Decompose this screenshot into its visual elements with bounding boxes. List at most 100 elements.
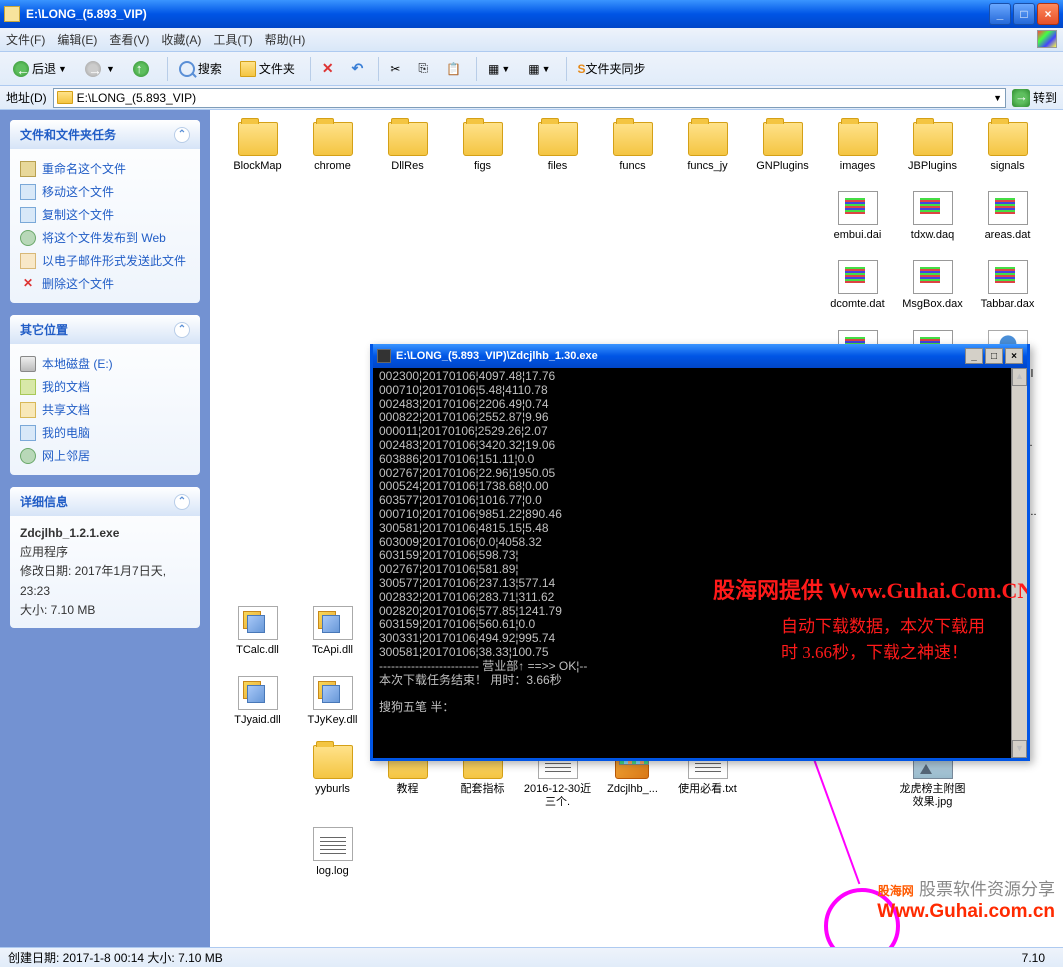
task-publish[interactable]: 将这个文件发布到 Web <box>20 226 190 249</box>
back-button[interactable]: 后退▼ <box>6 57 74 80</box>
sync-button[interactable]: S文件夹同步 <box>571 57 653 80</box>
file-item[interactable]: JBPlugins <box>895 122 970 173</box>
task-copy[interactable]: 复制这个文件 <box>20 203 190 226</box>
menu-favorites[interactable]: 收藏(A) <box>161 31 201 48</box>
tasks-title: 文件和文件夹任务 <box>20 126 116 143</box>
file-label: tdxw.daq <box>911 229 954 242</box>
address-dropdown[interactable]: ▼ <box>993 93 1002 103</box>
menu-edit[interactable]: 编辑(E) <box>57 31 97 48</box>
views2-button[interactable]: ▦▼ <box>521 59 557 79</box>
file-item[interactable]: embui.dai <box>820 191 895 242</box>
file-label: TcApi.dll <box>312 644 353 657</box>
console-close[interactable]: × <box>1005 348 1023 364</box>
file-item[interactable]: areas.dat <box>970 191 1045 242</box>
file-label: Tabbar.dax <box>981 298 1035 311</box>
file-icon <box>313 676 353 710</box>
file-item[interactable]: GNPlugins <box>745 122 820 173</box>
menu-view[interactable]: 查看(V) <box>109 31 149 48</box>
file-icon <box>988 122 1028 156</box>
details-title: 详细信息 <box>20 493 68 510</box>
file-item[interactable]: dcomte.dat <box>820 260 895 311</box>
other-mypc[interactable]: 我的电脑 <box>20 421 190 444</box>
task-delete[interactable]: ✕删除这个文件 <box>20 272 190 295</box>
address-bar: 地址(D) E:\LONG_(5.893_VIP) ▼ 转到 <box>0 86 1063 110</box>
file-label: TJyaid.dll <box>234 714 280 727</box>
task-rename[interactable]: 重命名这个文件 <box>20 157 190 180</box>
views-button[interactable]: ▦▼ <box>481 59 517 79</box>
file-item[interactable]: funcs_jy <box>670 122 745 173</box>
file-item[interactable]: tdxw.daq <box>895 191 970 242</box>
search-icon <box>179 61 195 77</box>
file-item[interactable]: funcs <box>595 122 670 173</box>
file-item[interactable]: TcApi.dll <box>295 606 370 657</box>
maximize-button[interactable]: □ <box>1013 3 1035 25</box>
console-minimize[interactable]: _ <box>965 348 983 364</box>
address-text: E:\LONG_(5.893_VIP) <box>77 91 196 105</box>
file-label: embui.dai <box>834 229 882 242</box>
file-item[interactable]: Tabbar.dax <box>970 260 1045 311</box>
file-label: signals <box>990 160 1024 173</box>
other-docs[interactable]: 我的文档 <box>20 375 190 398</box>
file-item[interactable]: TJyaid.dll <box>220 676 295 727</box>
file-icon <box>313 606 353 640</box>
task-email[interactable]: 以电子邮件形式发送此文件 <box>20 249 190 272</box>
file-icon <box>313 745 353 779</box>
file-label: BlockMap <box>233 160 281 173</box>
other-net[interactable]: 网上邻居 <box>20 444 190 467</box>
file-item[interactable]: DllRes <box>370 122 445 173</box>
collapse-icon[interactable]: ⌃ <box>174 127 190 143</box>
file-item[interactable]: signals <box>970 122 1045 173</box>
file-label: figs <box>474 160 491 173</box>
file-item[interactable]: yyburls <box>295 745 370 809</box>
file-item[interactable]: figs <box>445 122 520 173</box>
file-item[interactable]: images <box>820 122 895 173</box>
paste-button[interactable]: 📋 <box>439 59 468 79</box>
other-disk[interactable]: 本地磁盘 (E:) <box>20 352 190 375</box>
file-icon <box>913 260 953 294</box>
file-item[interactable]: TCalc.dll <box>220 606 295 657</box>
file-label: MsgBox.dax <box>902 298 963 311</box>
file-item[interactable]: chrome <box>295 122 370 173</box>
file-icon <box>538 122 578 156</box>
other-shared[interactable]: 共享文档 <box>20 398 190 421</box>
address-input[interactable]: E:\LONG_(5.893_VIP) ▼ <box>53 88 1006 108</box>
file-icon <box>313 827 353 861</box>
file-label: JBPlugins <box>908 160 957 173</box>
copy-button[interactable]: ⎘ <box>411 58 435 79</box>
file-list[interactable]: BlockMap chrome DllRes figs filesfuncsfuncs_… <box>210 110 1063 947</box>
file-item[interactable]: log.log <box>295 827 370 878</box>
cut-button[interactable]: ✂ <box>383 59 407 79</box>
delete-button[interactable]: ✕ <box>315 57 341 80</box>
menu-tools[interactable]: 工具(T) <box>213 31 252 48</box>
collapse-icon[interactable]: ⌃ <box>174 322 190 338</box>
console-titlebar[interactable]: E:\LONG_(5.893_VIP)\Zdcjlhb_1.30.exe _ □… <box>373 344 1027 368</box>
file-item[interactable]: TJyKey.dll <box>295 676 370 727</box>
menu-file[interactable]: 文件(F) <box>6 31 45 48</box>
paste-icon: 📋 <box>446 62 461 76</box>
minimize-button[interactable]: _ <box>989 3 1011 25</box>
file-item[interactable]: files <box>520 122 595 173</box>
collapse-icon[interactable]: ⌃ <box>174 494 190 510</box>
mypc-icon <box>20 425 36 441</box>
go-button[interactable]: 转到 <box>1012 89 1057 107</box>
forward-button[interactable]: ▼ <box>78 58 122 80</box>
task-move[interactable]: 移动这个文件 <box>20 180 190 203</box>
close-button[interactable]: × <box>1037 3 1059 25</box>
undo-icon: ↶ <box>352 60 364 77</box>
console-scrollbar[interactable] <box>1011 368 1027 758</box>
file-label: dcomte.dat <box>830 298 884 311</box>
file-icon <box>388 122 428 156</box>
search-button[interactable]: 搜索 <box>172 57 229 80</box>
file-item[interactable]: BlockMap <box>220 122 295 173</box>
file-label: DllRes <box>391 160 423 173</box>
file-label: 使用必看.txt <box>678 783 737 796</box>
other-panel: 其它位置⌃ 本地磁盘 (E:) 我的文档 共享文档 我的电脑 网上邻居 <box>10 315 200 475</box>
details-panel: 详细信息⌃ Zdcjlhb_1.2.1.exe 应用程序 修改日期: 2017年… <box>10 487 200 628</box>
console-maximize[interactable]: □ <box>985 348 1003 364</box>
folders-button[interactable]: 文件夹 <box>233 57 302 80</box>
menu-bar: 文件(F) 编辑(E) 查看(V) 收藏(A) 工具(T) 帮助(H) <box>0 28 1063 52</box>
file-item[interactable]: MsgBox.dax <box>895 260 970 311</box>
menu-help[interactable]: 帮助(H) <box>265 31 306 48</box>
undo-button[interactable]: ↶ <box>345 57 371 80</box>
up-button[interactable] <box>126 58 159 80</box>
